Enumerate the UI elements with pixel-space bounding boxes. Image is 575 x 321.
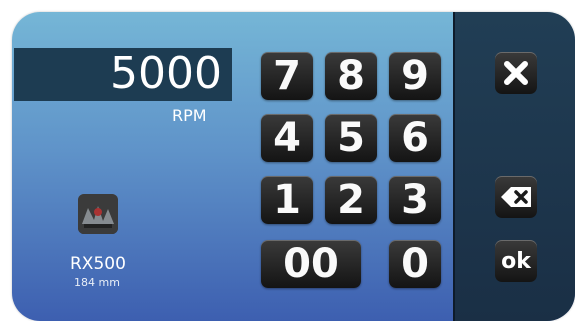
key-1[interactable]: 1 [261, 176, 313, 224]
key-00[interactable]: 00 [261, 240, 361, 288]
key-00-label: 00 [283, 241, 339, 287]
key-0-label: 0 [401, 241, 429, 287]
backspace-icon [501, 187, 531, 207]
ok-label: ok [501, 248, 531, 274]
key-3[interactable]: 3 [389, 176, 441, 224]
key-2[interactable]: 2 [325, 176, 377, 224]
key-0[interactable]: 0 [389, 240, 441, 288]
key-4[interactable]: 4 [261, 114, 313, 162]
ok-button[interactable]: ok [495, 240, 537, 282]
key-9-label: 9 [401, 53, 429, 99]
key-2-label: 2 [337, 177, 365, 223]
key-9[interactable]: 9 [389, 52, 441, 100]
key-1-label: 1 [273, 177, 301, 223]
key-6[interactable]: 6 [389, 114, 441, 162]
tool-icon[interactable] [78, 194, 118, 234]
backspace-button[interactable] [495, 176, 537, 218]
key-5-label: 5 [337, 115, 365, 161]
display-value: 5000 [110, 48, 222, 99]
key-7[interactable]: 7 [261, 52, 313, 100]
key-6-label: 6 [401, 115, 429, 161]
tool-image [78, 194, 118, 234]
key-4-label: 4 [273, 115, 301, 161]
cancel-button[interactable] [495, 52, 537, 94]
key-8[interactable]: 8 [325, 52, 377, 100]
action-panel: ok [453, 12, 575, 321]
key-5[interactable]: 5 [325, 114, 377, 162]
key-8-label: 8 [337, 53, 365, 99]
tool-size: 184 mm [74, 276, 120, 289]
key-7-label: 7 [273, 53, 301, 99]
keypad-panel: 5000 RPM 7 8 9 4 5 6 1 2 3 00 0 RX500 18… [12, 12, 575, 321]
display-unit: RPM [172, 106, 207, 125]
key-3-label: 3 [401, 177, 429, 223]
value-display: 5000 [14, 48, 232, 101]
close-icon [504, 61, 528, 85]
tool-name: RX500 [70, 254, 126, 274]
